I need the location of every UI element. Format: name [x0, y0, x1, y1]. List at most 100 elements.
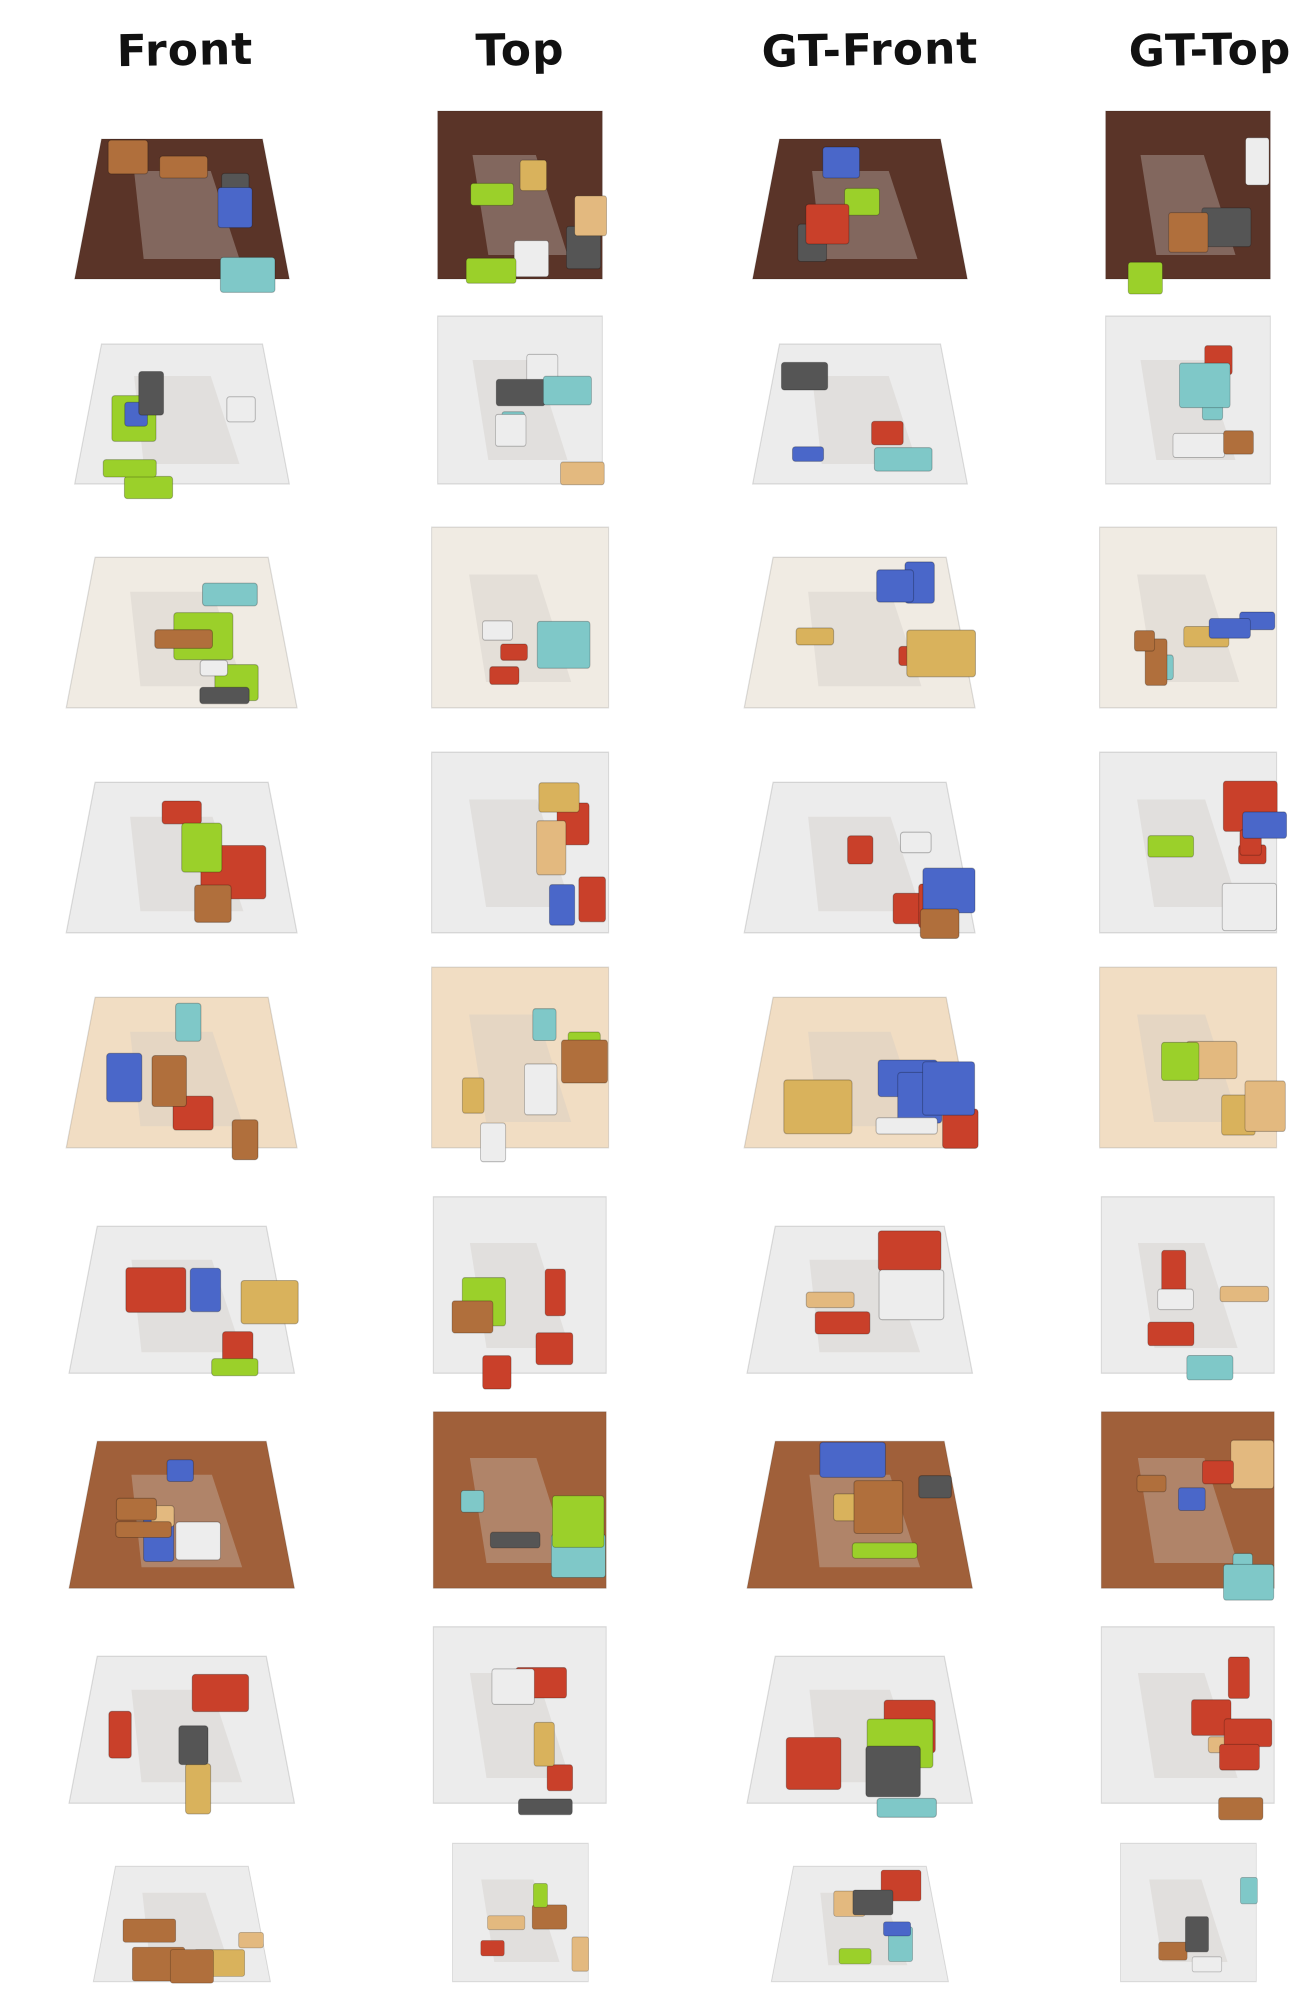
room-render	[1101, 1411, 1275, 1601]
furniture-block	[1184, 1916, 1209, 1953]
furniture-block	[460, 1489, 485, 1513]
column-header-front: Front	[116, 23, 254, 77]
furniture-block	[578, 876, 606, 923]
room-render	[743, 781, 977, 940]
furniture-block	[1223, 430, 1254, 455]
room-render	[65, 996, 299, 1161]
room-render	[743, 556, 977, 709]
room-render	[1105, 315, 1271, 485]
room-render	[746, 1440, 974, 1589]
furniture-block	[922, 1061, 976, 1116]
furniture-block	[154, 629, 214, 649]
render-gt-top-row-9	[1110, 1830, 1267, 1995]
render-gt-front-row-3	[736, 510, 983, 725]
furniture-block	[191, 1673, 250, 1713]
furniture-block	[536, 820, 567, 876]
render-gt-front-row-5	[736, 950, 983, 1165]
furniture-block	[875, 1117, 939, 1135]
room-render	[451, 1842, 589, 1983]
furniture-block	[495, 413, 527, 447]
furniture-block	[1245, 137, 1270, 186]
render-front-row-6	[61, 1180, 303, 1390]
furniture-block	[1168, 212, 1209, 253]
furniture-block	[115, 1521, 173, 1538]
furniture-block	[480, 1940, 505, 1957]
room-render	[746, 1655, 974, 1818]
furniture-block	[1223, 1563, 1275, 1601]
render-front-row-5	[58, 950, 305, 1165]
furniture-block	[489, 666, 520, 685]
furniture-block	[548, 884, 576, 926]
furniture-block	[1239, 1877, 1258, 1905]
furniture-block	[518, 1798, 573, 1816]
render-front-row-7	[61, 1395, 303, 1605]
furniture-block	[822, 146, 861, 179]
room-render	[65, 556, 299, 709]
furniture-block	[819, 1441, 887, 1478]
render-front-row-2	[67, 300, 297, 500]
render-gt-top-row-6	[1088, 1180, 1288, 1390]
furniture-block	[878, 1269, 945, 1321]
furniture-block	[500, 643, 528, 661]
furniture-block	[1186, 1354, 1234, 1381]
furniture-block	[838, 1948, 872, 1965]
furniture-block	[178, 1725, 209, 1766]
room-render	[73, 343, 291, 500]
furniture-block	[231, 1119, 259, 1161]
room-render	[433, 1196, 607, 1390]
furniture-block	[122, 1918, 177, 1943]
furniture-block	[523, 1063, 558, 1116]
render-gt-top-row-4	[1086, 735, 1290, 950]
furniture-block	[791, 446, 825, 462]
room-render	[437, 110, 607, 284]
render-gt-top-row-7	[1088, 1395, 1288, 1605]
render-top-row-3	[418, 510, 622, 725]
furniture-block	[1224, 1718, 1273, 1748]
render-top-row-2	[425, 300, 615, 500]
room-render	[1101, 1626, 1275, 1821]
render-front-row-3	[58, 510, 305, 725]
column-header-top: Top	[475, 23, 565, 77]
room-render	[1105, 110, 1271, 295]
furniture-block	[175, 1002, 202, 1042]
furniture-block	[138, 370, 165, 416]
room-render	[1119, 1842, 1258, 1983]
furniture-block	[482, 1355, 512, 1390]
room-render	[433, 1411, 607, 1589]
furniture-block	[194, 884, 233, 923]
furniture-block	[852, 1889, 894, 1916]
furniture-block	[922, 867, 976, 914]
furniture-block	[465, 257, 517, 284]
render-gt-top-row-8	[1088, 1610, 1288, 1821]
furniture-block	[170, 1949, 214, 1984]
room-render	[430, 526, 610, 709]
furniture-block	[1219, 1285, 1270, 1303]
room-render	[437, 315, 605, 486]
furniture-block	[166, 1459, 195, 1483]
furniture-block	[918, 1475, 953, 1499]
furniture-block	[532, 1883, 548, 1908]
furniture-block	[531, 1904, 567, 1930]
furniture-block	[783, 1079, 853, 1135]
furniture-block	[535, 1332, 574, 1366]
furniture-block	[780, 361, 829, 391]
furniture-block	[1147, 835, 1194, 858]
furniture-block	[542, 375, 592, 406]
furniture-block	[513, 240, 550, 278]
furniture-block	[1218, 1797, 1264, 1821]
furniture-block	[151, 1054, 188, 1108]
room-render	[1098, 751, 1287, 934]
furniture-block	[240, 1279, 299, 1325]
render-gt-front-row-2	[745, 300, 975, 500]
render-top-row-6	[420, 1180, 620, 1390]
furniture-block	[852, 1542, 918, 1559]
render-front-row-8	[61, 1610, 303, 1820]
furniture-block	[161, 800, 203, 825]
furniture-block	[1157, 1288, 1195, 1311]
furniture-block	[481, 620, 513, 641]
furniture-block	[795, 627, 835, 646]
furniture-block	[211, 1358, 259, 1377]
furniture-block	[552, 1495, 605, 1548]
furniture-block	[871, 420, 904, 446]
render-gt-front-row-6	[739, 1180, 981, 1390]
